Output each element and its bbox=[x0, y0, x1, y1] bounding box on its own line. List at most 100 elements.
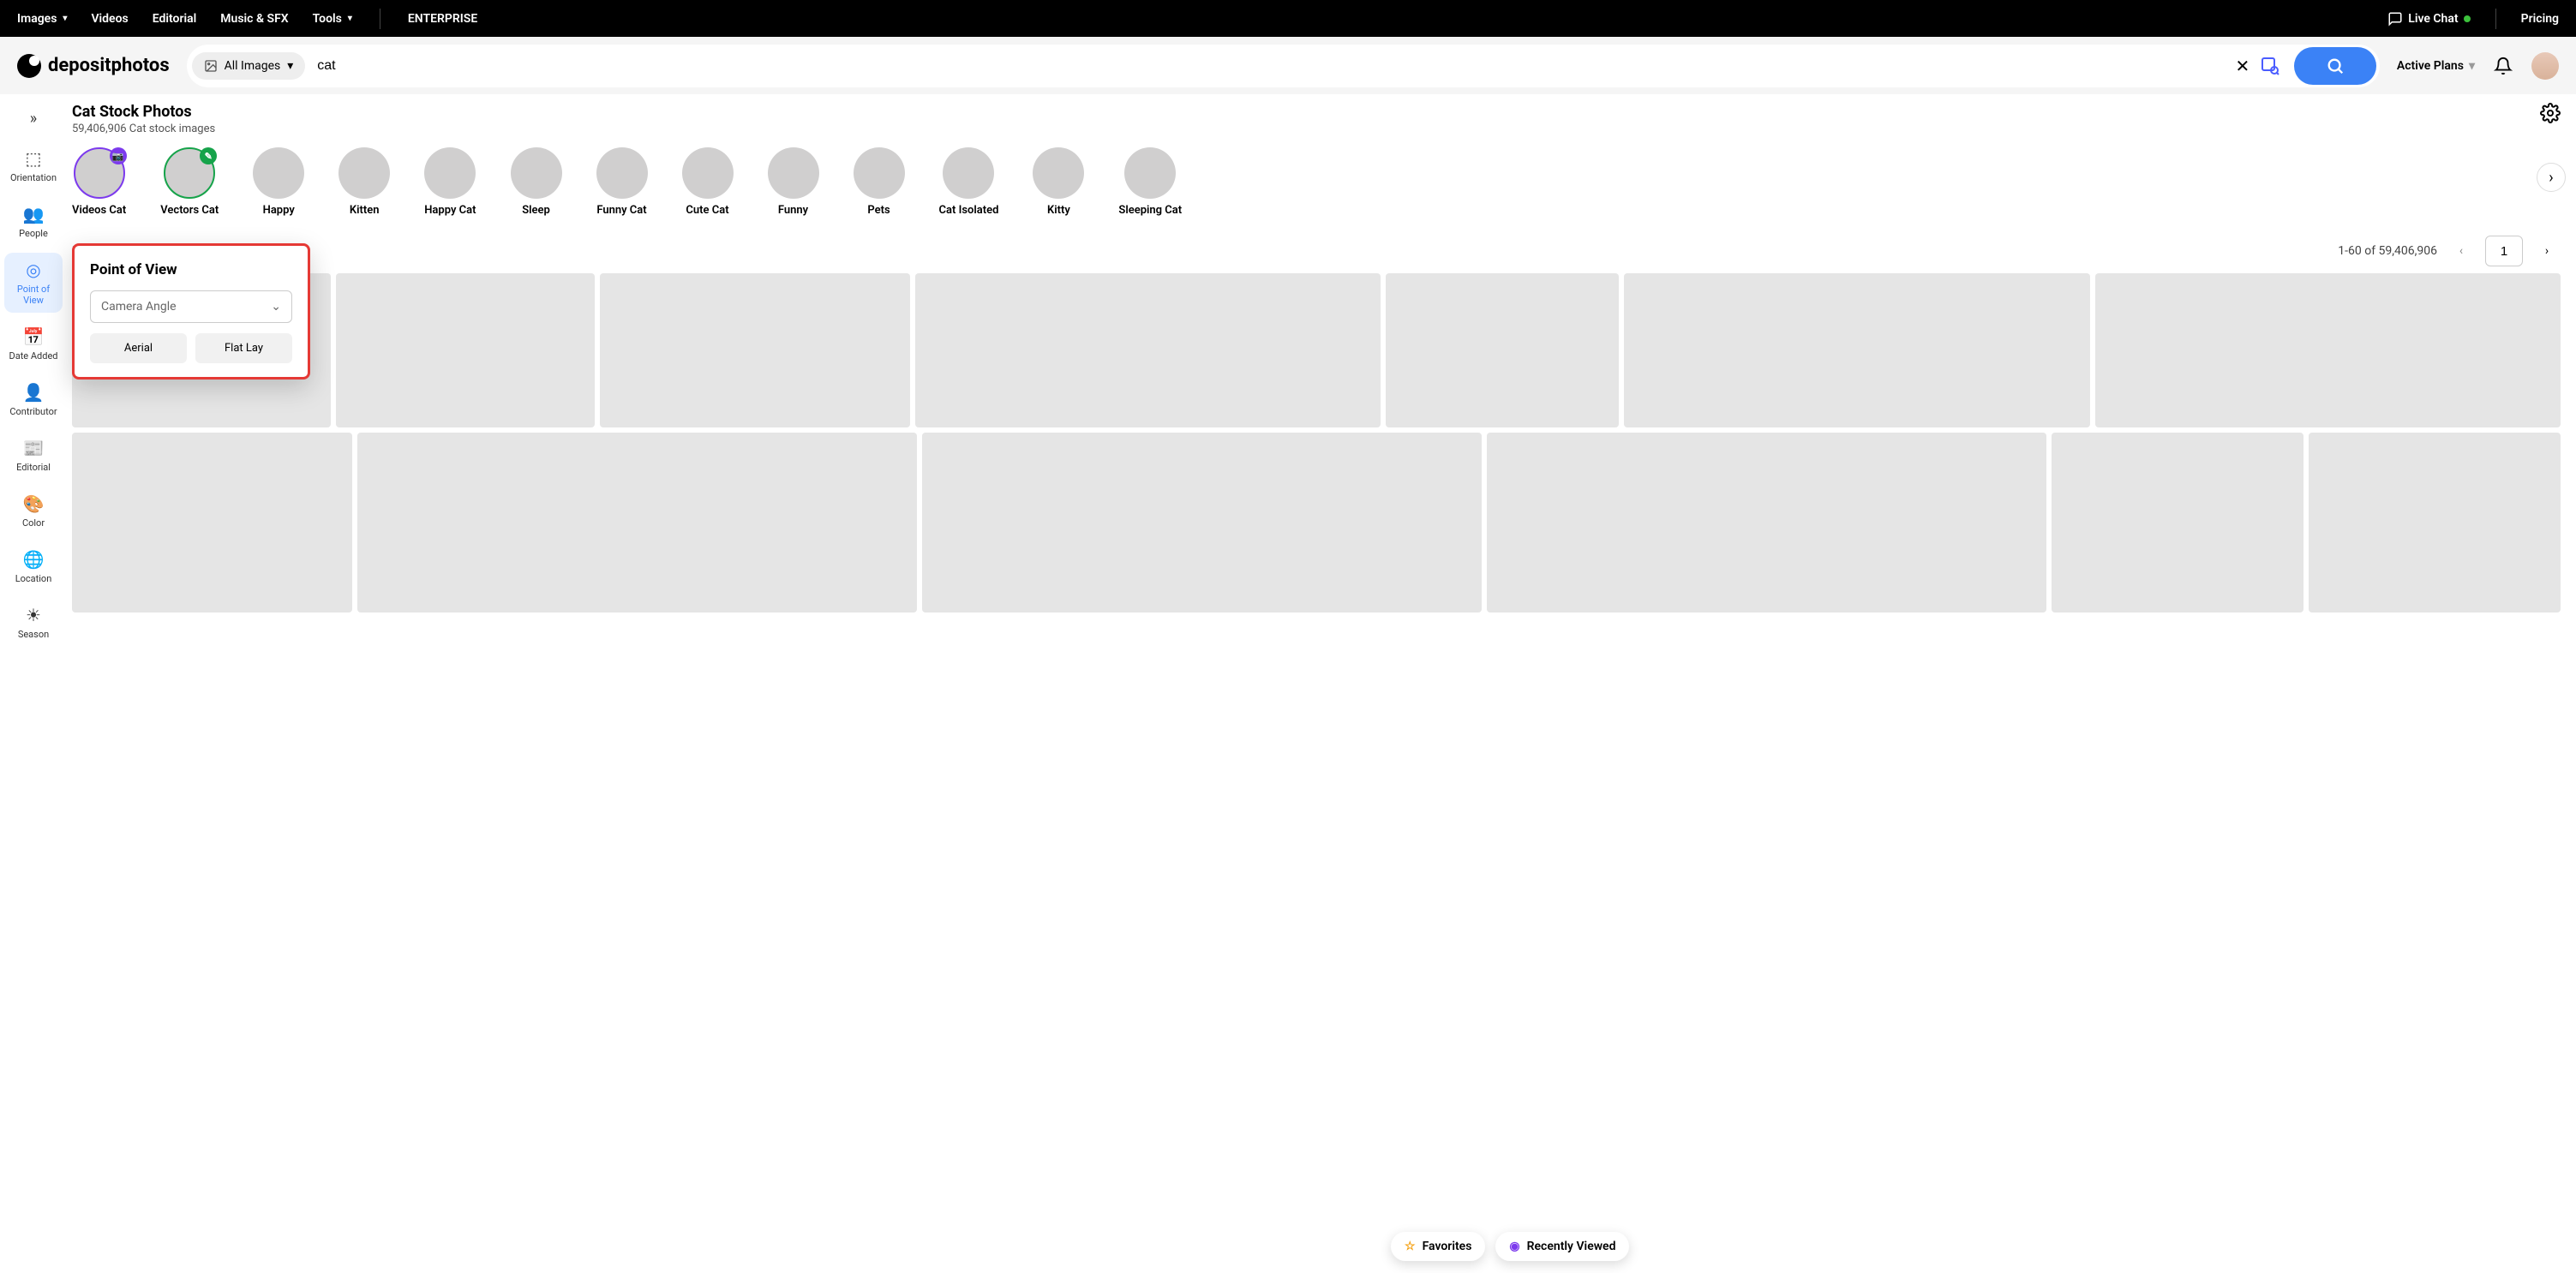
nav-pricing[interactable]: Pricing bbox=[2521, 12, 2559, 26]
pov-option-flatlay[interactable]: Flat Lay bbox=[195, 333, 292, 363]
nav-music[interactable]: Music & SFX bbox=[220, 12, 288, 26]
chip-label: Funny Cat bbox=[596, 204, 646, 217]
sidebar-item-people[interactable]: 👥 People bbox=[4, 197, 63, 246]
sidebar-item-label: Date Added bbox=[9, 350, 58, 362]
plans-label: Active Plans bbox=[2397, 59, 2464, 73]
search-input[interactable] bbox=[305, 58, 2226, 74]
sidebar-item-label: Color bbox=[22, 517, 45, 529]
nav-enterprise[interactable]: ENTERPRISE bbox=[408, 12, 477, 26]
result-thumb[interactable] bbox=[2095, 273, 2561, 427]
result-thumb[interactable] bbox=[336, 273, 595, 427]
floating-actions: ☆Favorites ◉Recently Viewed bbox=[1391, 1232, 1629, 1261]
nav-images[interactable]: Images bbox=[17, 12, 67, 26]
calendar-icon: 📅 bbox=[23, 326, 45, 347]
chip-kitty[interactable]: Kitty bbox=[1033, 147, 1084, 217]
search-category-select[interactable]: All Images ▾ bbox=[192, 52, 306, 80]
color-icon: 🎨 bbox=[23, 493, 45, 514]
page-number-input[interactable] bbox=[2485, 236, 2523, 266]
chip-thumb bbox=[943, 147, 994, 199]
result-thumb[interactable] bbox=[1624, 273, 2089, 427]
chip-happy-cat[interactable]: Happy Cat bbox=[424, 147, 476, 217]
sidebar-item-editorial[interactable]: 📰Editorial bbox=[4, 431, 63, 480]
sidebar-item-label: Contributor bbox=[9, 406, 57, 417]
chip-label: Sleeping Cat bbox=[1118, 204, 1182, 217]
result-thumb[interactable] bbox=[72, 433, 352, 613]
notifications-button[interactable] bbox=[2494, 57, 2513, 75]
visual-search-button[interactable] bbox=[2260, 56, 2294, 76]
chip-vectors-cat[interactable]: ✎ Vectors Cat bbox=[160, 147, 219, 217]
sidebar-item-contributor[interactable]: 👤 Contributor bbox=[4, 375, 63, 424]
chip-funny[interactable]: Funny bbox=[768, 147, 819, 217]
nav-tools[interactable]: Tools bbox=[313, 12, 352, 26]
sidebar-item-label: Point of View bbox=[8, 284, 59, 306]
user-icon: 👤 bbox=[23, 382, 45, 403]
people-icon: 👥 bbox=[23, 204, 45, 224]
chip-label: Videos Cat bbox=[72, 204, 126, 217]
sidebar-item-location[interactable]: 🌐Location bbox=[4, 542, 63, 591]
result-thumb[interactable] bbox=[2309, 433, 2561, 613]
chip-thumb bbox=[768, 147, 819, 199]
chip-cute-cat[interactable]: Cute Cat bbox=[682, 147, 734, 217]
clear-search-button[interactable]: ✕ bbox=[2226, 56, 2260, 76]
recently-viewed-button[interactable]: ◉Recently Viewed bbox=[1495, 1232, 1629, 1261]
pov-popover: Point of View Camera Angle ⌄ Aerial Flat… bbox=[72, 243, 310, 380]
settings-button[interactable] bbox=[2540, 103, 2561, 123]
nav-editorial[interactable]: Editorial bbox=[153, 12, 197, 26]
sidebar-item-label: Season bbox=[18, 629, 49, 640]
sidebar-item-orientation[interactable]: ⬚Orientation bbox=[4, 141, 63, 190]
chevron-down-icon: ⌄ bbox=[271, 300, 281, 314]
chip-cat-isolated[interactable]: Cat Isolated bbox=[939, 147, 999, 217]
chip-label: Vectors Cat bbox=[160, 204, 219, 217]
gear-icon bbox=[2540, 103, 2561, 123]
result-thumb[interactable] bbox=[915, 273, 1381, 427]
result-thumb[interactable] bbox=[922, 433, 1482, 613]
nav-videos[interactable]: Videos bbox=[91, 12, 128, 26]
page-title: Cat Stock Photos bbox=[72, 103, 215, 121]
chip-kitten[interactable]: Kitten bbox=[338, 147, 390, 217]
vector-badge-icon: ✎ bbox=[200, 147, 217, 164]
chip-sleep[interactable]: Sleep bbox=[511, 147, 562, 217]
sidebar-item-season[interactable]: ☀Season bbox=[4, 598, 63, 647]
result-thumb[interactable] bbox=[2052, 433, 2303, 613]
sidebar-item-date[interactable]: 📅 Date Added bbox=[4, 320, 63, 368]
results-grid bbox=[72, 273, 2561, 613]
pov-option-aerial[interactable]: Aerial bbox=[90, 333, 187, 363]
pill-label: Recently Viewed bbox=[1527, 1240, 1616, 1253]
chip-happy[interactable]: Happy bbox=[253, 147, 304, 217]
page-prev-button[interactable]: ‹ bbox=[2447, 237, 2475, 265]
result-thumb[interactable] bbox=[600, 273, 910, 427]
search-category-label: All Images bbox=[225, 59, 281, 73]
camera-angle-select[interactable]: Camera Angle ⌄ bbox=[90, 290, 292, 323]
star-icon: ☆ bbox=[1405, 1240, 1416, 1253]
result-thumb[interactable] bbox=[1386, 273, 1619, 427]
sidebar-expand-button[interactable]: » bbox=[4, 103, 63, 134]
logo[interactable]: depositphotos bbox=[17, 54, 170, 78]
bell-icon bbox=[2494, 57, 2513, 75]
live-chat-label: Live Chat bbox=[2408, 12, 2458, 26]
chip-label: Cute Cat bbox=[686, 204, 728, 217]
chip-thumb bbox=[338, 147, 390, 199]
favorites-button[interactable]: ☆Favorites bbox=[1391, 1232, 1485, 1261]
video-badge-icon: 📷 bbox=[110, 147, 127, 164]
chip-funny-cat[interactable]: Funny Cat bbox=[596, 147, 648, 217]
active-plans-button[interactable]: Active Plans ▾ bbox=[2397, 59, 2475, 73]
result-thumb[interactable] bbox=[1487, 433, 2046, 613]
chip-label: Kitten bbox=[350, 204, 380, 217]
page-next-button[interactable]: › bbox=[2533, 237, 2561, 265]
select-label: Camera Angle bbox=[101, 300, 177, 314]
sidebar-item-label: People bbox=[19, 228, 48, 239]
chip-sleeping-cat[interactable]: Sleeping Cat bbox=[1118, 147, 1182, 217]
chips-next-button[interactable]: › bbox=[2537, 163, 2566, 192]
chip-videos-cat[interactable]: 📷 Videos Cat bbox=[72, 147, 126, 217]
user-avatar[interactable] bbox=[2531, 52, 2559, 80]
chip-label: Happy bbox=[263, 204, 295, 217]
result-thumb[interactable] bbox=[357, 433, 917, 613]
search-button[interactable] bbox=[2294, 47, 2376, 85]
live-chat-button[interactable]: Live Chat bbox=[2387, 11, 2470, 27]
chip-pets[interactable]: Pets bbox=[854, 147, 905, 217]
sidebar-item-pov[interactable]: ◎Point of View bbox=[4, 253, 63, 313]
logo-text: depositphotos bbox=[48, 55, 170, 76]
chip-thumb bbox=[1124, 147, 1176, 199]
chip-label: Pets bbox=[867, 204, 890, 217]
sidebar-item-color[interactable]: 🎨 Color bbox=[4, 487, 63, 535]
